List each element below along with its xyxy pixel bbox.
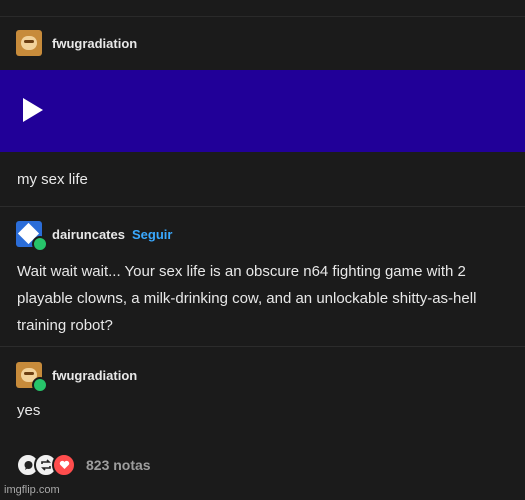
username[interactable]: fwugradiation — [52, 36, 137, 51]
avatar[interactable] — [16, 30, 42, 56]
post-text: my sex life — [17, 171, 88, 188]
post-footer: 823 notas — [16, 453, 151, 477]
post-header: fwugradiation — [16, 360, 137, 393]
post-text: Wait wait wait... Your sex life is an ob… — [17, 263, 477, 334]
heart-icon[interactable] — [52, 453, 76, 477]
badge-icon — [32, 377, 48, 393]
play-icon[interactable] — [23, 98, 43, 122]
previous-post-edge — [0, 0, 525, 17]
post-header: fwugradiation — [16, 28, 137, 58]
follow-button[interactable]: Seguir — [132, 227, 172, 242]
post-text: yes — [17, 402, 41, 419]
notes-count[interactable]: 823 notas — [86, 457, 151, 473]
badge-icon — [32, 236, 48, 252]
video-player[interactable] — [0, 70, 525, 152]
username[interactable]: fwugradiation — [52, 368, 137, 383]
watermark: imgflip.com — [4, 484, 60, 496]
divider — [0, 346, 525, 347]
avatar[interactable] — [16, 362, 48, 393]
divider — [0, 206, 525, 207]
avatar[interactable] — [16, 221, 48, 252]
username[interactable]: dairuncates — [52, 227, 125, 242]
post-header: dairuncates Seguir — [16, 219, 172, 252]
